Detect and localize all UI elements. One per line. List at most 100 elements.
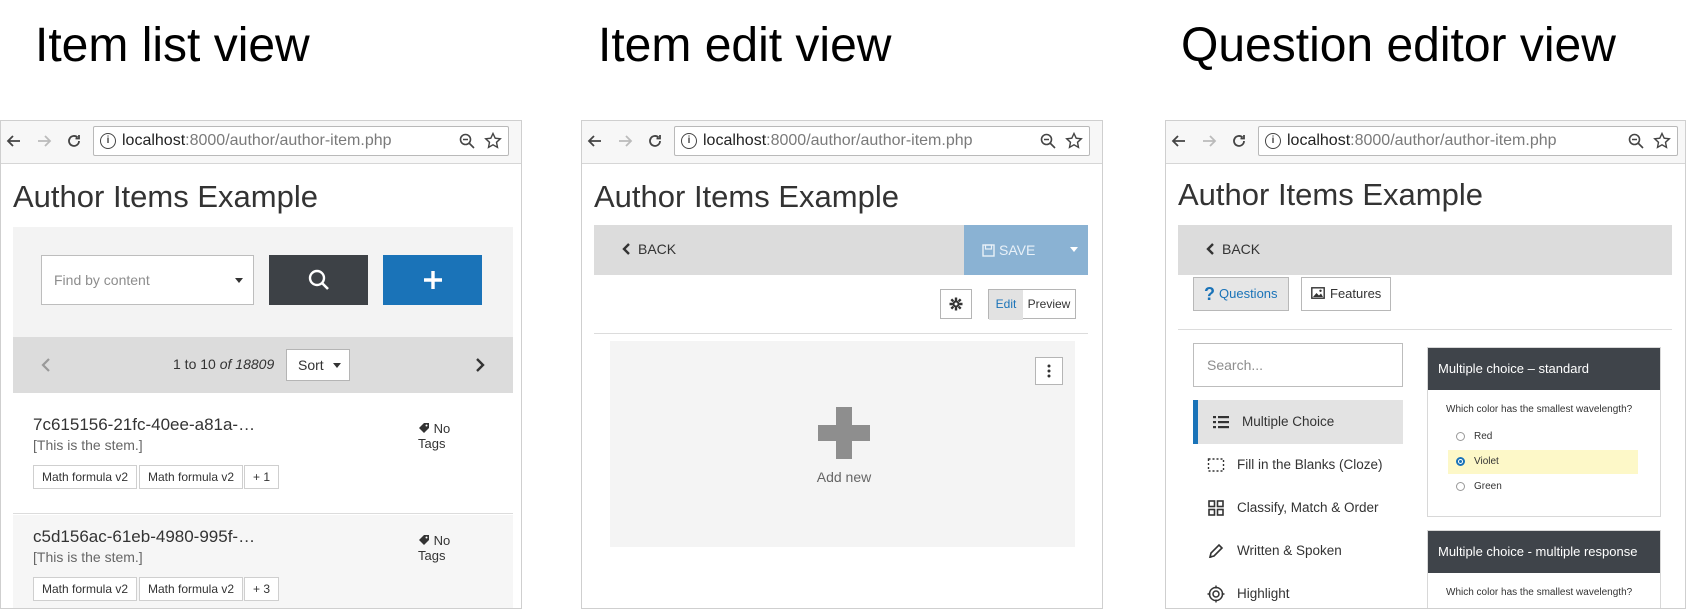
search-icon xyxy=(308,269,329,290)
forward-arrow-icon[interactable] xyxy=(614,129,636,153)
browser-chrome: i localhost:8000/author/author-item.php xyxy=(1,121,521,164)
plus-icon xyxy=(818,407,870,459)
question-toolbar: BACK xyxy=(1178,225,1672,275)
sort-label: Sort xyxy=(298,357,324,373)
more-tags-chip[interactable]: + 1 xyxy=(244,465,280,489)
item-id[interactable]: c5d156ac-61eb-4980-995f-… xyxy=(33,527,255,547)
question-type-written-spoken[interactable]: Written & Spoken xyxy=(1193,529,1403,573)
item-tags-status: No Tags xyxy=(418,421,478,451)
question-type-label: Fill in the Blanks (Cloze) xyxy=(1237,457,1383,472)
item-tags-status: No Tags xyxy=(418,533,478,563)
address-bar[interactable]: i localhost:8000/author/author-item.php xyxy=(674,126,1090,156)
preview-tab[interactable]: Preview xyxy=(1023,290,1075,320)
question-template-title: Multiple choice – standard xyxy=(1428,348,1660,390)
save-button[interactable]: SAVE xyxy=(964,225,1088,275)
url-path: :8000/author/author-item.php xyxy=(766,132,973,149)
page-title: Author Items Example xyxy=(594,179,899,214)
prev-page-icon[interactable] xyxy=(39,357,53,373)
edit-preview-toggle: Edit Preview xyxy=(988,289,1076,320)
bookmark-star-icon[interactable] xyxy=(1065,132,1083,150)
option-label: Green xyxy=(1474,481,1502,492)
sort-button[interactable]: Sort xyxy=(286,349,350,381)
chevron-left-icon xyxy=(622,243,630,255)
pagination-of: of xyxy=(219,356,232,372)
tag-chip[interactable]: Math formula v2 xyxy=(139,465,244,489)
item-id[interactable]: 7c615156-21fc-40ee-a81a-… xyxy=(33,415,255,435)
save-options-caret-icon[interactable] xyxy=(1070,247,1078,252)
zoom-icon[interactable] xyxy=(1627,132,1645,150)
page-title: Author Items Example xyxy=(13,179,318,214)
search-dropdown[interactable]: Find by content xyxy=(41,255,254,305)
back-button[interactable]: BACK xyxy=(1206,241,1260,257)
question-type-search-input[interactable]: Search... xyxy=(1193,343,1403,387)
pagination-range: 1 to 10 xyxy=(173,356,216,372)
search-button[interactable] xyxy=(269,255,368,305)
reload-icon[interactable] xyxy=(63,129,85,153)
reload-icon[interactable] xyxy=(644,129,666,153)
back-label: BACK xyxy=(638,241,677,257)
pagination-bar: 1 to 10 of 18809 Sort xyxy=(13,337,513,393)
info-icon[interactable]: i xyxy=(100,133,116,149)
question-type-label: Multiple Choice xyxy=(1242,414,1335,429)
settings-button[interactable] xyxy=(940,289,972,319)
info-icon[interactable]: i xyxy=(681,133,697,149)
info-icon[interactable]: i xyxy=(1265,133,1281,149)
zoom-icon[interactable] xyxy=(1039,132,1057,150)
back-arrow-icon[interactable] xyxy=(3,129,25,153)
radio-icon xyxy=(1456,482,1465,491)
gear-icon xyxy=(949,297,963,311)
question-type-classify-match-order[interactable]: Classify, Match & Order xyxy=(1193,486,1403,530)
url-host: localhost xyxy=(703,132,767,149)
tab-features[interactable]: Features xyxy=(1301,277,1391,311)
tab-questions[interactable]: ? Questions xyxy=(1193,277,1289,311)
add-item-button[interactable] xyxy=(383,255,482,305)
more-options-button[interactable] xyxy=(1035,357,1063,385)
list-item[interactable]: 7c615156-21fc-40ee-a81a-… [This is the s… xyxy=(13,403,513,514)
zoom-icon[interactable] xyxy=(458,132,476,150)
question-template-stem: Which color has the smallest wavelength? xyxy=(1446,587,1633,598)
browser-chrome: i localhost:8000/author/author-item.php xyxy=(1166,121,1685,164)
plus-icon xyxy=(423,271,442,289)
back-arrow-icon[interactable] xyxy=(1168,129,1190,153)
question-type-multiple-choice[interactable]: Multiple Choice xyxy=(1193,400,1403,444)
forward-arrow-icon[interactable] xyxy=(33,129,55,153)
kebab-menu-icon xyxy=(1047,364,1051,378)
search-panel: Find by content xyxy=(13,227,513,337)
question-type-label: Highlight xyxy=(1237,586,1290,601)
tab-questions-label: Questions xyxy=(1219,286,1278,301)
add-new-button[interactable]: Add new xyxy=(782,405,906,495)
back-arrow-icon[interactable] xyxy=(584,129,606,153)
next-page-icon[interactable] xyxy=(473,357,487,373)
bookmark-star-icon[interactable] xyxy=(1653,132,1671,150)
question-type-highlight[interactable]: Highlight xyxy=(1193,572,1403,608)
divider xyxy=(594,333,1088,334)
edit-tab[interactable]: Edit xyxy=(989,290,1023,320)
view-title-question: Question editor view xyxy=(1181,19,1616,72)
option-label: Red xyxy=(1474,431,1493,442)
question-template-title: Multiple choice - multiple response xyxy=(1428,531,1660,573)
option-violet: Violet xyxy=(1448,450,1638,474)
question-template-card[interactable]: Multiple choice – standard Which color h… xyxy=(1427,347,1661,517)
tag-chip[interactable]: Math formula v2 xyxy=(33,577,138,601)
url-host: localhost xyxy=(1287,132,1351,149)
more-tags-chip[interactable]: + 3 xyxy=(244,577,280,601)
page-title: Author Items Example xyxy=(1178,177,1483,212)
back-button[interactable]: BACK xyxy=(622,241,676,257)
question-type-cloze[interactable]: Fill in the Blanks (Cloze) xyxy=(1193,443,1403,487)
forward-arrow-icon[interactable] xyxy=(1198,129,1220,153)
tag-chip[interactable]: Math formula v2 xyxy=(33,465,138,489)
floppy-disk-icon xyxy=(982,244,995,257)
address-bar[interactable]: i localhost:8000/author/author-item.php xyxy=(1258,126,1678,156)
bookmark-star-icon[interactable] xyxy=(484,132,502,150)
address-bar[interactable]: i localhost:8000/author/author-item.php xyxy=(93,126,509,156)
tag-chip[interactable]: Math formula v2 xyxy=(139,577,244,601)
reload-icon[interactable] xyxy=(1228,129,1250,153)
tab-features-label: Features xyxy=(1330,286,1382,301)
view-title-list: Item list view xyxy=(35,19,310,72)
question-template-card[interactable]: Multiple choice - multiple response Whic… xyxy=(1427,530,1661,608)
item-stem: [This is the stem.] xyxy=(33,549,143,565)
grid-icon xyxy=(1208,500,1224,516)
list-item[interactable]: c5d156ac-61eb-4980-995f-… [This is the s… xyxy=(13,515,513,608)
radio-checked-icon xyxy=(1456,457,1465,466)
item-canvas: Add new xyxy=(610,341,1075,547)
